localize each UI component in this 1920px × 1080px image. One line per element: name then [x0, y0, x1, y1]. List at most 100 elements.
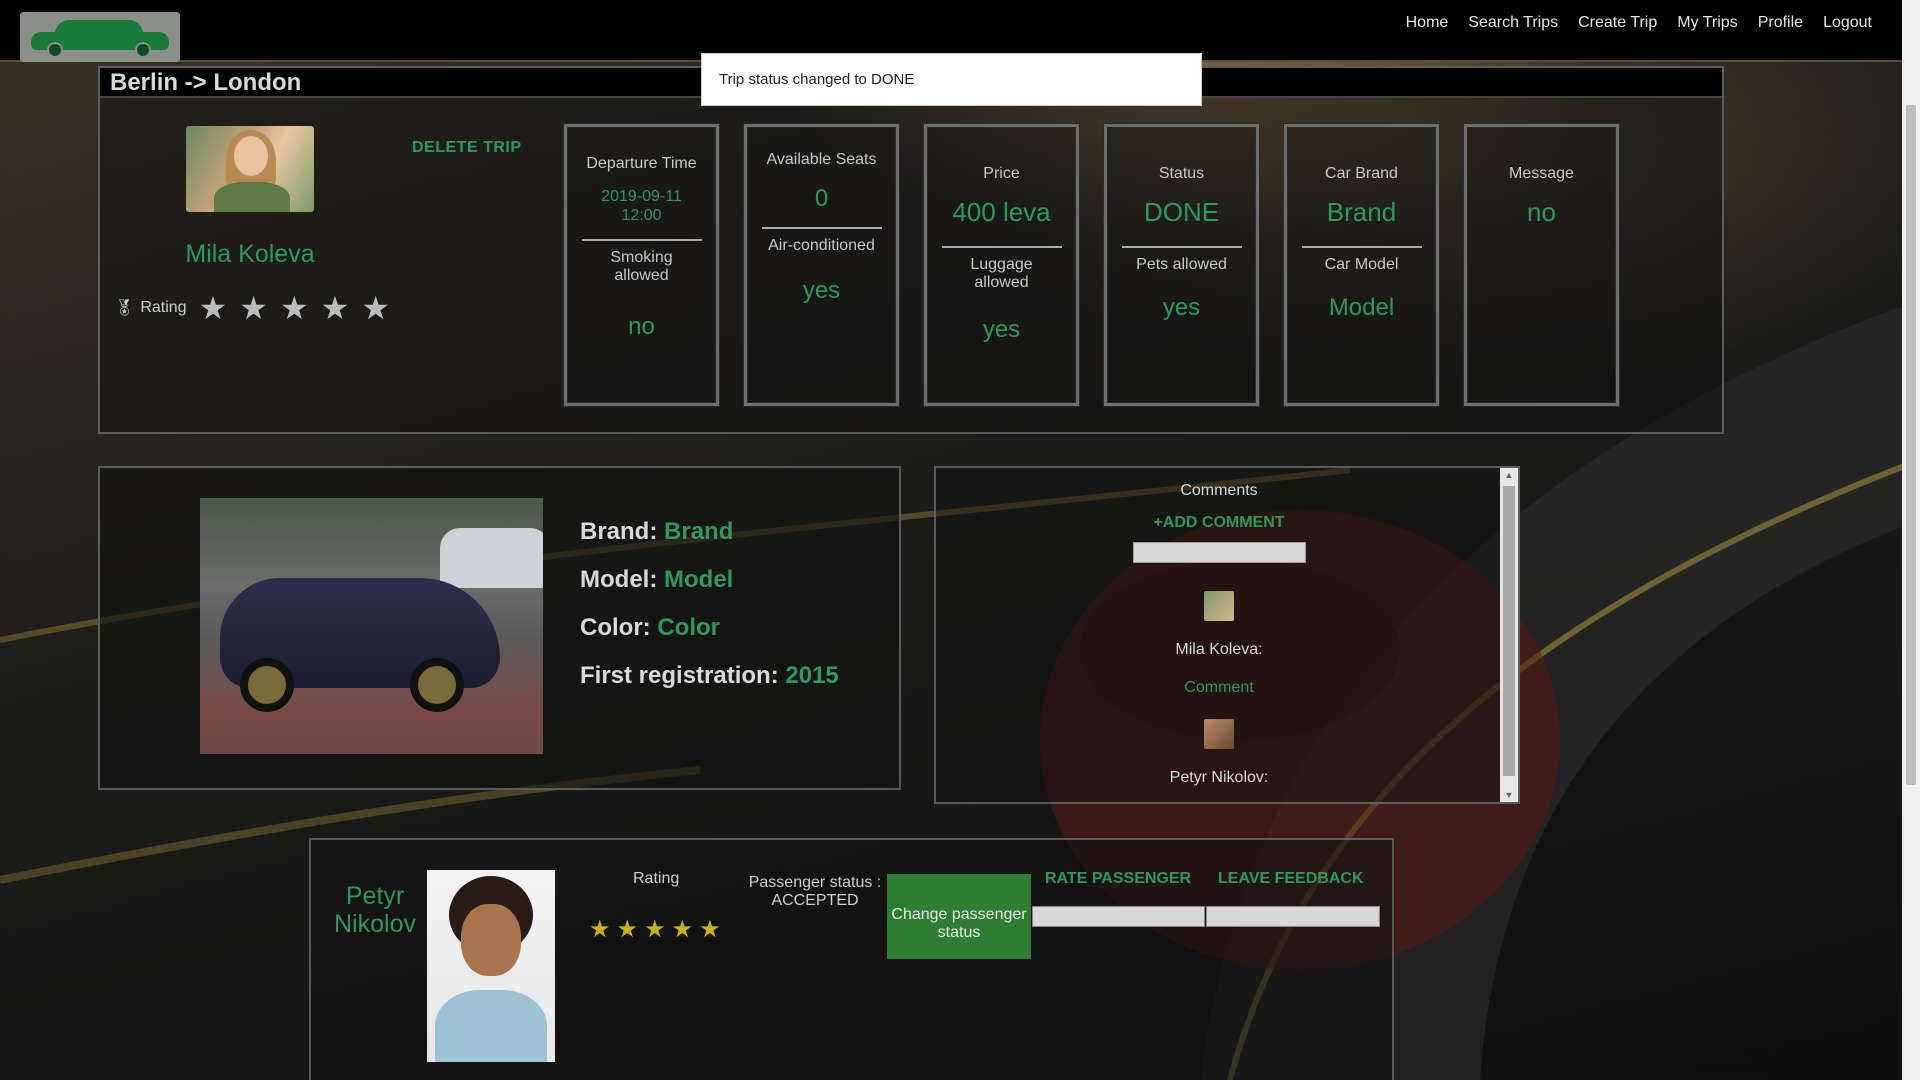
nav-links: Home Search Trips Create Trip My Trips P… — [1406, 14, 1872, 32]
info-box-brand: Car Brand Brand Car Model Model — [1284, 124, 1439, 406]
comment-author: Mila Koleva: — [1175, 641, 1263, 658]
trip-details: Departure Time 2019-09-11 12:00 Smoking … — [564, 124, 1619, 406]
car-model-spec-value: Model — [664, 566, 734, 593]
car-model-spec-label: Model: — [580, 566, 658, 593]
rate-passenger-button[interactable]: RATE PASSENGER — [1045, 870, 1191, 888]
logo[interactable] — [20, 12, 180, 62]
ac-value: yes — [802, 277, 841, 304]
comments-scrollbar[interactable]: ▲ ▼ — [1500, 468, 1518, 802]
star-icon[interactable]: ★ — [672, 918, 694, 942]
star-icon: ★ — [320, 290, 350, 326]
car-model-spec: Model: Model — [580, 566, 839, 594]
car-brand-spec: Brand: Brand — [580, 518, 839, 546]
trip-panel: Berlin -> London Mila Koleva 🏅︎ Rating ★… — [98, 66, 1724, 434]
luggage-value: yes — [982, 316, 1021, 343]
nav-profile[interactable]: Profile — [1758, 14, 1803, 32]
car-brand-value: Brand — [1326, 197, 1397, 227]
passenger-rating-label: Rating — [633, 870, 680, 887]
status-toast: Trip status changed to DONE — [701, 53, 1202, 106]
car-registration-spec: First registration: 2015 — [580, 662, 839, 690]
car-color-spec-label: Color: — [580, 614, 651, 641]
comments-title: Comments — [1180, 482, 1258, 499]
medal-icon: 🏅︎ — [114, 300, 135, 317]
star-icon[interactable]: ★ — [589, 918, 611, 942]
star-icon[interactable]: ★ — [644, 918, 666, 942]
departure-value: 2019-09-11 12:00 — [601, 188, 682, 224]
rate-passenger-input[interactable] — [1032, 906, 1205, 927]
change-passenger-status-button[interactable]: Change passenger status — [887, 874, 1031, 959]
info-box-status: Status DONE Pets allowed yes — [1104, 124, 1259, 406]
star-icon: ★ — [239, 290, 268, 326]
car-brand-spec-value: Brand — [664, 518, 734, 545]
message-label: Message — [1509, 165, 1574, 182]
passenger-stars[interactable]: ★ ★ ★ ★ ★ — [589, 918, 721, 942]
page-scrollbar[interactable] — [1902, 0, 1920, 1080]
star-icon: ★ — [198, 290, 228, 326]
comment-input[interactable] — [1132, 542, 1306, 563]
nav-create-trip[interactable]: Create Trip — [1578, 14, 1657, 32]
driver-stars: ★ ★ ★ ★ ★ — [199, 292, 390, 324]
comment-author: Petyr Nikolov: — [1169, 769, 1269, 786]
comment-text: Comment — [1184, 679, 1254, 696]
star-icon: ★ — [361, 290, 390, 326]
luggage-label: Luggage allowed — [970, 256, 1033, 291]
passenger-avatar — [427, 870, 555, 1062]
info-box-message: Message no — [1464, 124, 1619, 406]
comment-avatar — [1204, 591, 1234, 621]
car-specs: Brand: Brand Model: Model Color: Color F… — [580, 518, 839, 710]
delete-trip-button[interactable]: DELETE TRIP — [412, 139, 522, 157]
info-box-price: Price 400 leva Luggage allowed yes — [924, 124, 1079, 406]
ac-label: Air-conditioned — [768, 237, 875, 254]
comments-scrollbar-thumb[interactable] — [1503, 486, 1515, 776]
car-brand-spec-label: Brand: — [580, 518, 658, 545]
departure-label: Departure Time — [586, 155, 697, 172]
nav-home[interactable]: Home — [1406, 14, 1449, 32]
comment-item: Mila Koleva: Comment — [936, 591, 1502, 697]
star-icon: ★ — [279, 290, 309, 326]
page-scrollbar-thumb[interactable] — [1906, 105, 1916, 785]
status-label: Status — [1158, 165, 1205, 182]
driver-name[interactable]: Mila Koleva — [150, 240, 350, 269]
nav-my-trips[interactable]: My Trips — [1677, 14, 1737, 32]
seats-value: 0 — [814, 185, 829, 212]
scroll-up-arrow-icon[interactable]: ▲ — [1500, 468, 1518, 482]
message-value: no — [1527, 197, 1556, 227]
driver-avatar — [186, 126, 314, 212]
passenger-panel: Petyr Nikolov Rating ★ ★ ★ ★ ★ Passenger… — [309, 838, 1394, 1080]
driver-rating: 🏅︎ Rating ★ ★ ★ ★ ★ — [114, 292, 390, 324]
price-value: 400 leva — [952, 197, 1051, 227]
leave-feedback-button[interactable]: LEAVE FEEDBACK — [1218, 870, 1364, 888]
comment-avatar — [1204, 719, 1234, 749]
nav-logout[interactable]: Logout — [1823, 14, 1872, 32]
star-icon[interactable]: ★ — [617, 918, 639, 942]
add-comment-button[interactable]: +ADD COMMENT — [1153, 514, 1284, 532]
trip-title: Berlin -> London — [110, 69, 302, 96]
seats-label: Available Seats — [766, 151, 877, 168]
smoking-label: Smoking allowed — [610, 249, 673, 284]
comments-list: Comments +ADD COMMENT Mila Koleva: Comme… — [936, 468, 1502, 787]
comments-panel: Comments +ADD COMMENT Mila Koleva: Comme… — [934, 466, 1520, 804]
info-box-seats: Available Seats 0 Air-conditioned yes — [744, 124, 899, 406]
car-model-label: Car Model — [1324, 256, 1399, 273]
comment-item: Petyr Nikolov: — [936, 719, 1502, 787]
passenger-status: Passenger status : ACCEPTED — [748, 874, 882, 909]
car-color-spec-value: Color — [657, 614, 720, 641]
info-box-departure: Departure Time 2019-09-11 12:00 Smoking … — [564, 124, 719, 406]
passenger-name[interactable]: Petyr Nikolov — [329, 882, 421, 938]
car-brand-label: Car Brand — [1325, 165, 1398, 182]
star-icon[interactable]: ★ — [699, 918, 721, 942]
smoking-value: no — [628, 313, 655, 340]
driver-rating-label: Rating — [140, 299, 187, 316]
feedback-input[interactable] — [1206, 906, 1380, 927]
pets-value: yes — [1162, 294, 1201, 321]
car-registration-spec-value: 2015 — [785, 662, 839, 689]
car-registration-spec-label: First registration: — [580, 662, 779, 689]
nav-search-trips[interactable]: Search Trips — [1468, 14, 1558, 32]
scroll-down-arrow-icon[interactable]: ▼ — [1500, 788, 1518, 802]
car-logo-icon — [25, 16, 175, 58]
car-photo — [200, 498, 543, 754]
car-model-value: Model — [1328, 294, 1395, 321]
status-value: DONE — [1143, 197, 1220, 227]
pets-label: Pets allowed — [1136, 256, 1227, 273]
car-panel: Brand: Brand Model: Model Color: Color F… — [98, 466, 901, 790]
